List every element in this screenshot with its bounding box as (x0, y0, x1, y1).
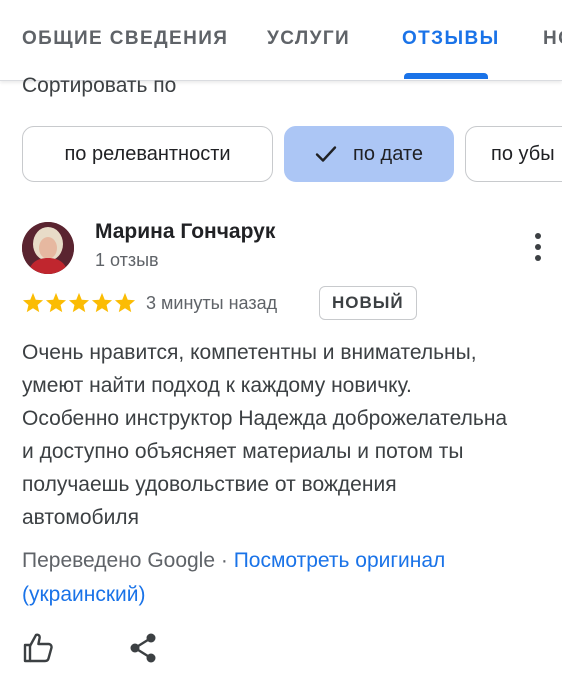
more-vert-icon[interactable] (528, 232, 548, 262)
review-text-line: автомобиля (22, 506, 139, 529)
sort-chip-relevance[interactable]: по релевантности (22, 126, 273, 182)
sort-chip-date[interactable]: по дате (284, 126, 454, 182)
star-rating (22, 292, 136, 313)
review-text-line: Особенно инструктор Надежда доброжелател… (22, 407, 508, 430)
thumb-up-icon[interactable] (22, 632, 54, 669)
translated-by-label: Переведено Google (22, 549, 216, 572)
review-text-line: и доступно объясняет материалы и потом т… (22, 440, 464, 463)
review-text-line: Очень нравится, компетентны и внимательн… (22, 341, 477, 364)
review-text-line: получаешь удовольствие от вождения (22, 473, 397, 496)
tab-reviews[interactable]: ОТЗЫВЫ (402, 28, 500, 50)
star-icon (114, 292, 136, 313)
sort-chip-rating[interactable]: по убы (465, 126, 562, 182)
reviews-page: ОБЩИЕ СВЕДЕНИЯ УСЛУГИ ОТЗЫВЫ НО Сортиров… (0, 0, 562, 699)
star-icon (22, 292, 44, 313)
review-author[interactable]: Марина Гончарук (95, 220, 275, 244)
sort-chip-label: по убы (491, 142, 555, 165)
avatar[interactable] (22, 222, 74, 274)
star-icon (68, 292, 90, 313)
review-time: 3 минуты назад (146, 293, 278, 313)
star-icon (91, 292, 113, 313)
review-text-line: умеют найти подход к каждому новичку. (22, 374, 412, 397)
tab-overview[interactable]: ОБЩИЕ СВЕДЕНИЯ (22, 28, 228, 50)
check-icon (315, 145, 337, 163)
tab-next[interactable]: НО (543, 28, 562, 50)
separator: · (215, 549, 234, 572)
sort-chip-label: по релевантности (64, 142, 231, 165)
author-review-count: 1 отзыв (95, 250, 159, 270)
new-badge: НОВЫЙ (319, 286, 417, 320)
review-text: Очень нравится, компетентны и внимательн… (22, 336, 562, 534)
tab-bar: ОБЩИЕ СВЕДЕНИЯ УСЛУГИ ОТЗЫВЫ НО (0, 0, 562, 81)
star-icon (45, 292, 67, 313)
sort-chip-label: по дате (353, 142, 423, 165)
active-tab-indicator (404, 73, 488, 79)
sort-label: Сортировать по (22, 74, 177, 97)
share-icon[interactable] (129, 632, 159, 669)
translation-note: Переведено Google · Посмотреть оригинал … (22, 544, 542, 612)
tab-services[interactable]: УСЛУГИ (267, 28, 350, 50)
